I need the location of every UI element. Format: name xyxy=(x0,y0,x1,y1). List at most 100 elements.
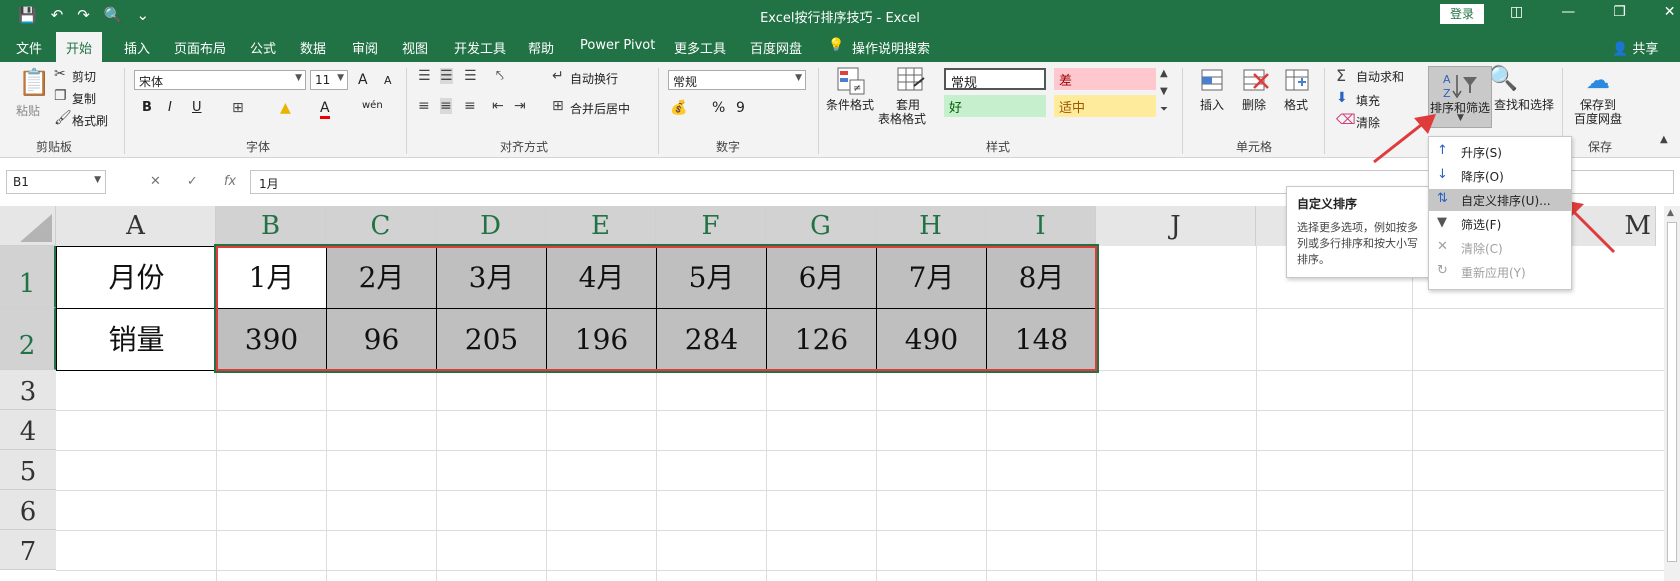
column-header-i[interactable]: I xyxy=(986,206,1096,246)
insert-cells-icon[interactable] xyxy=(1198,66,1228,96)
find-select-button[interactable]: 查找和选择 xyxy=(1494,96,1554,113)
autosum-button[interactable]: 自动求和 xyxy=(1356,68,1404,85)
comma-button[interactable]: 9 xyxy=(736,100,745,116)
close-icon[interactable]: ✕ xyxy=(1664,4,1676,20)
tab-page-layout[interactable]: 页面布局 xyxy=(174,38,226,57)
tab-developer[interactable]: 开发工具 xyxy=(454,38,506,57)
tell-me-search[interactable]: 操作说明搜索 xyxy=(852,38,930,57)
cell-a2[interactable]: 销量 xyxy=(56,308,217,371)
paste-label[interactable]: 粘贴 xyxy=(16,102,40,119)
row-header-5[interactable]: 5 xyxy=(0,450,56,490)
style-good[interactable]: 好 xyxy=(944,95,1046,117)
increase-indent-icon[interactable]: ⇥ xyxy=(514,98,526,114)
share-button[interactable]: 👤 共享 xyxy=(1612,38,1658,57)
row-header-6[interactable]: 6 xyxy=(0,490,56,530)
currency-icon[interactable]: 💰 xyxy=(670,100,687,116)
column-header-b[interactable]: B xyxy=(216,206,326,246)
tab-review[interactable]: 审阅 xyxy=(352,38,378,57)
fill-color-icon[interactable]: ▲ xyxy=(280,100,291,116)
align-left-icon[interactable]: ≡ xyxy=(418,98,430,114)
format-painter-icon[interactable]: 🖌 xyxy=(54,110,72,126)
bold-button[interactable]: B xyxy=(142,100,152,115)
percent-button[interactable]: % xyxy=(712,100,725,116)
align-right-icon[interactable]: ≡ xyxy=(464,98,476,114)
name-box[interactable]: B1 ▼ xyxy=(6,170,106,194)
font-color-button[interactable]: A xyxy=(320,100,330,119)
select-all-corner[interactable] xyxy=(0,206,56,246)
column-header-a[interactable]: A xyxy=(56,206,216,246)
column-header-c[interactable]: C xyxy=(326,206,436,246)
column-header-g[interactable]: G xyxy=(766,206,876,246)
find-icon[interactable]: 🔍 xyxy=(1488,64,1518,92)
fill-button[interactable]: 填充 xyxy=(1356,92,1380,109)
cut-label[interactable]: 剪切 xyxy=(72,68,96,85)
cut-icon[interactable]: ✂ xyxy=(54,66,66,82)
format-painter-label[interactable]: 格式刷 xyxy=(72,112,108,129)
autosum-icon[interactable]: Σ xyxy=(1336,66,1346,85)
minimize-icon[interactable]: — xyxy=(1561,4,1575,20)
tab-help[interactable]: 帮助 xyxy=(528,38,554,57)
insert-cells-button[interactable]: 插入 xyxy=(1200,96,1224,113)
collapse-ribbon-icon[interactable]: ▲ xyxy=(1660,134,1668,145)
merge-center-button[interactable]: 合并后居中 xyxy=(570,100,630,117)
font-size-combo[interactable]: 11 ▼ xyxy=(310,70,348,90)
scrollbar-thumb[interactable] xyxy=(1667,222,1677,562)
font-name-combo[interactable]: 宋体 ▼ xyxy=(134,70,306,90)
styles-scroll-up-icon[interactable]: ▲ xyxy=(1160,68,1168,79)
underline-button[interactable]: U xyxy=(192,100,202,115)
eraser-icon[interactable]: ⌫ xyxy=(1336,112,1356,128)
row-header-4[interactable]: 4 xyxy=(0,410,56,450)
copy-icon[interactable]: ❐ xyxy=(54,88,67,104)
column-header-f[interactable]: F xyxy=(656,206,766,246)
insert-function-button[interactable]: fx xyxy=(224,174,236,189)
row-header-2[interactable]: 2 xyxy=(0,308,56,370)
shrink-font-button[interactable]: A xyxy=(384,74,392,87)
column-header-h[interactable]: H xyxy=(876,206,986,246)
conditional-format-icon[interactable]: ≠ xyxy=(836,66,866,96)
menu-sort-ascending[interactable]: ↑ 升序(S) xyxy=(1429,141,1571,163)
format-as-table-icon[interactable] xyxy=(896,66,926,96)
paste-icon[interactable]: 📋 xyxy=(18,68,50,98)
login-button[interactable]: 登录 xyxy=(1440,4,1484,24)
menu-custom-sort[interactable]: ⇅ 自定义排序(U)... xyxy=(1429,189,1571,211)
tab-formulas[interactable]: 公式 xyxy=(250,38,276,57)
ribbon-display-icon[interactable]: ◫ xyxy=(1510,4,1523,20)
save-baidu-line2[interactable]: 百度网盘 xyxy=(1574,110,1622,127)
restore-icon[interactable]: ❐ xyxy=(1613,4,1626,20)
orientation-icon[interactable]: ⤣ xyxy=(496,68,504,84)
align-top-icon[interactable]: ☰ xyxy=(418,68,431,84)
styles-more-icon[interactable]: ⏷ xyxy=(1160,104,1168,115)
column-header-d[interactable]: D xyxy=(436,206,546,246)
italic-button[interactable]: I xyxy=(168,100,172,115)
menu-reapply[interactable]: ↻ 重新应用(Y) xyxy=(1429,261,1571,283)
align-center-icon[interactable]: ≡ xyxy=(440,98,452,114)
format-cells-icon[interactable] xyxy=(1282,66,1312,96)
tab-home[interactable]: 开始 xyxy=(56,32,103,62)
tab-power-pivot[interactable]: Power Pivot xyxy=(580,38,655,53)
column-header-e[interactable]: E xyxy=(546,206,656,246)
align-middle-icon[interactable]: ☰ xyxy=(440,68,453,84)
align-bottom-icon[interactable]: ☰ xyxy=(464,68,477,84)
row-header-7[interactable]: 7 xyxy=(0,530,56,570)
style-bad[interactable]: 差 xyxy=(1054,68,1156,90)
styles-scroll-down-icon[interactable]: ▼ xyxy=(1160,86,1168,97)
fill-icon[interactable]: ⬇ xyxy=(1336,90,1348,106)
number-format-combo[interactable]: 常规 ▼ xyxy=(668,70,806,90)
grow-font-button[interactable]: A xyxy=(358,72,368,88)
baidu-cloud-icon[interactable]: ☁ xyxy=(1586,66,1610,94)
style-neutral[interactable]: 适中 xyxy=(1054,95,1156,117)
row-header-1[interactable]: 1 xyxy=(0,246,56,308)
tab-more-tools[interactable]: 更多工具 xyxy=(674,38,726,57)
format-as-table-line2[interactable]: 表格格式 xyxy=(878,110,926,127)
scroll-up-icon[interactable]: ▲ xyxy=(1667,208,1674,218)
conditional-format-button[interactable]: 条件格式 xyxy=(826,96,874,113)
column-header-j[interactable]: J xyxy=(1096,206,1256,246)
phonetic-button[interactable]: wén xyxy=(362,100,383,111)
menu-clear-filter[interactable]: ✕ 清除(C) xyxy=(1429,237,1571,259)
borders-icon[interactable]: ⊞ xyxy=(232,100,244,116)
delete-cells-icon[interactable] xyxy=(1240,66,1270,96)
confirm-formula-icon[interactable]: ✓ xyxy=(187,174,198,189)
tab-data[interactable]: 数据 xyxy=(300,38,326,57)
delete-cells-button[interactable]: 删除 xyxy=(1242,96,1266,113)
wrap-text-button[interactable]: 自动换行 xyxy=(570,70,618,87)
